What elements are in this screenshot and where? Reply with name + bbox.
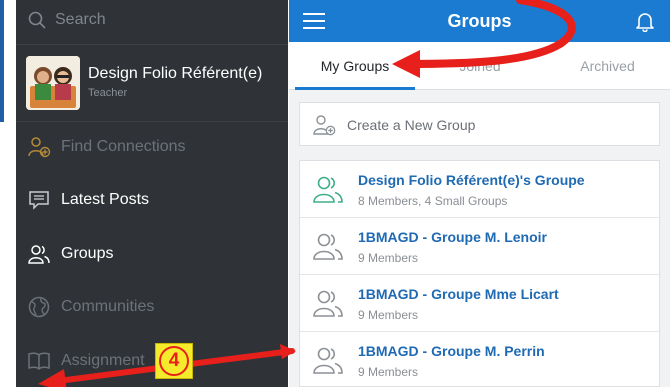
tab-archived[interactable]: Archived [545, 42, 670, 90]
sidebar-item-communities[interactable]: Communities [16, 287, 288, 327]
group-row[interactable]: 1BMAGD - Groupe M. Lenoir 9 Members [300, 218, 661, 275]
sidebar-item-latest-posts[interactable]: Latest Posts [16, 180, 288, 220]
group-icon [313, 290, 343, 317]
create-group-button[interactable]: Create a New Group [299, 102, 660, 146]
create-group-label: Create a New Group [347, 117, 476, 133]
top-bar: Groups [289, 0, 670, 42]
group-icon [313, 347, 343, 374]
left-edge-accent [0, 0, 4, 122]
search-icon [28, 11, 46, 29]
profile-role: Teacher [88, 87, 128, 99]
group-meta: 8 Members, 4 Small Groups [358, 194, 508, 208]
search-field[interactable]: Search [28, 9, 106, 31]
sidebar-item-groups[interactable]: Groups [16, 234, 288, 274]
globe-icon [26, 294, 52, 320]
profile-card[interactable]: Design Folio Référent(e) Teacher [16, 44, 288, 122]
group-meta: 9 Members [358, 251, 419, 265]
groups-list: Design Folio Référent(e)'s Groupe 8 Memb… [299, 160, 661, 387]
group-icon [313, 233, 343, 260]
posts-icon [26, 187, 52, 213]
group-name: Design Folio Référent(e)'s Groupe [358, 172, 585, 188]
group-name: 1BMAGD - Groupe Mme Licart [358, 286, 559, 302]
group-meta: 9 Members [358, 308, 419, 322]
search-placeholder: Search [55, 11, 106, 28]
sidebar-item-find-connections[interactable]: Find Connections [16, 127, 288, 167]
profile-name: Design Folio Référent(e) [88, 65, 263, 82]
avatar [26, 56, 80, 110]
group-name: 1BMAGD - Groupe M. Lenoir [358, 229, 547, 245]
tab-joined[interactable]: Joined [415, 42, 545, 90]
book-icon [26, 348, 52, 374]
groups-icon [26, 241, 52, 267]
group-name: 1BMAGD - Groupe M. Perrin [358, 343, 545, 359]
add-person-icon [26, 134, 52, 160]
group-icon [313, 176, 343, 203]
groups-screen: Groups My Groups Joined Archived Create … [289, 0, 670, 387]
sidebar: Search Design Folio Référent(e) Teacher … [16, 0, 288, 387]
group-meta: 9 Members [358, 365, 419, 379]
active-tab-indicator [295, 87, 415, 90]
sidebar-item-label: Communities [61, 298, 155, 315]
sidebar-item-label: Latest Posts [61, 191, 150, 208]
group-row[interactable]: Design Folio Référent(e)'s Groupe 8 Memb… [300, 161, 661, 218]
page-title: Groups [447, 11, 512, 31]
sidebar-item-label: Groups [61, 245, 114, 262]
tab-my-groups[interactable]: My Groups [295, 42, 415, 90]
tab-bar: My Groups Joined Archived [289, 42, 670, 90]
step-number-badge: 4 [155, 343, 193, 379]
group-row[interactable]: 1BMAGD - Groupe Mme Licart 9 Members [300, 275, 661, 332]
sidebar-item-label: Find Connections [61, 138, 186, 155]
add-group-icon [313, 115, 336, 136]
group-row[interactable]: 1BMAGD - Groupe M. Perrin 9 Members [300, 332, 661, 387]
step-number: 4 [159, 346, 189, 376]
sidebar-item-label: Assignment [61, 352, 145, 369]
bell-icon[interactable] [634, 10, 656, 32]
sidebar-item-assignment[interactable]: Assignment [16, 341, 288, 381]
